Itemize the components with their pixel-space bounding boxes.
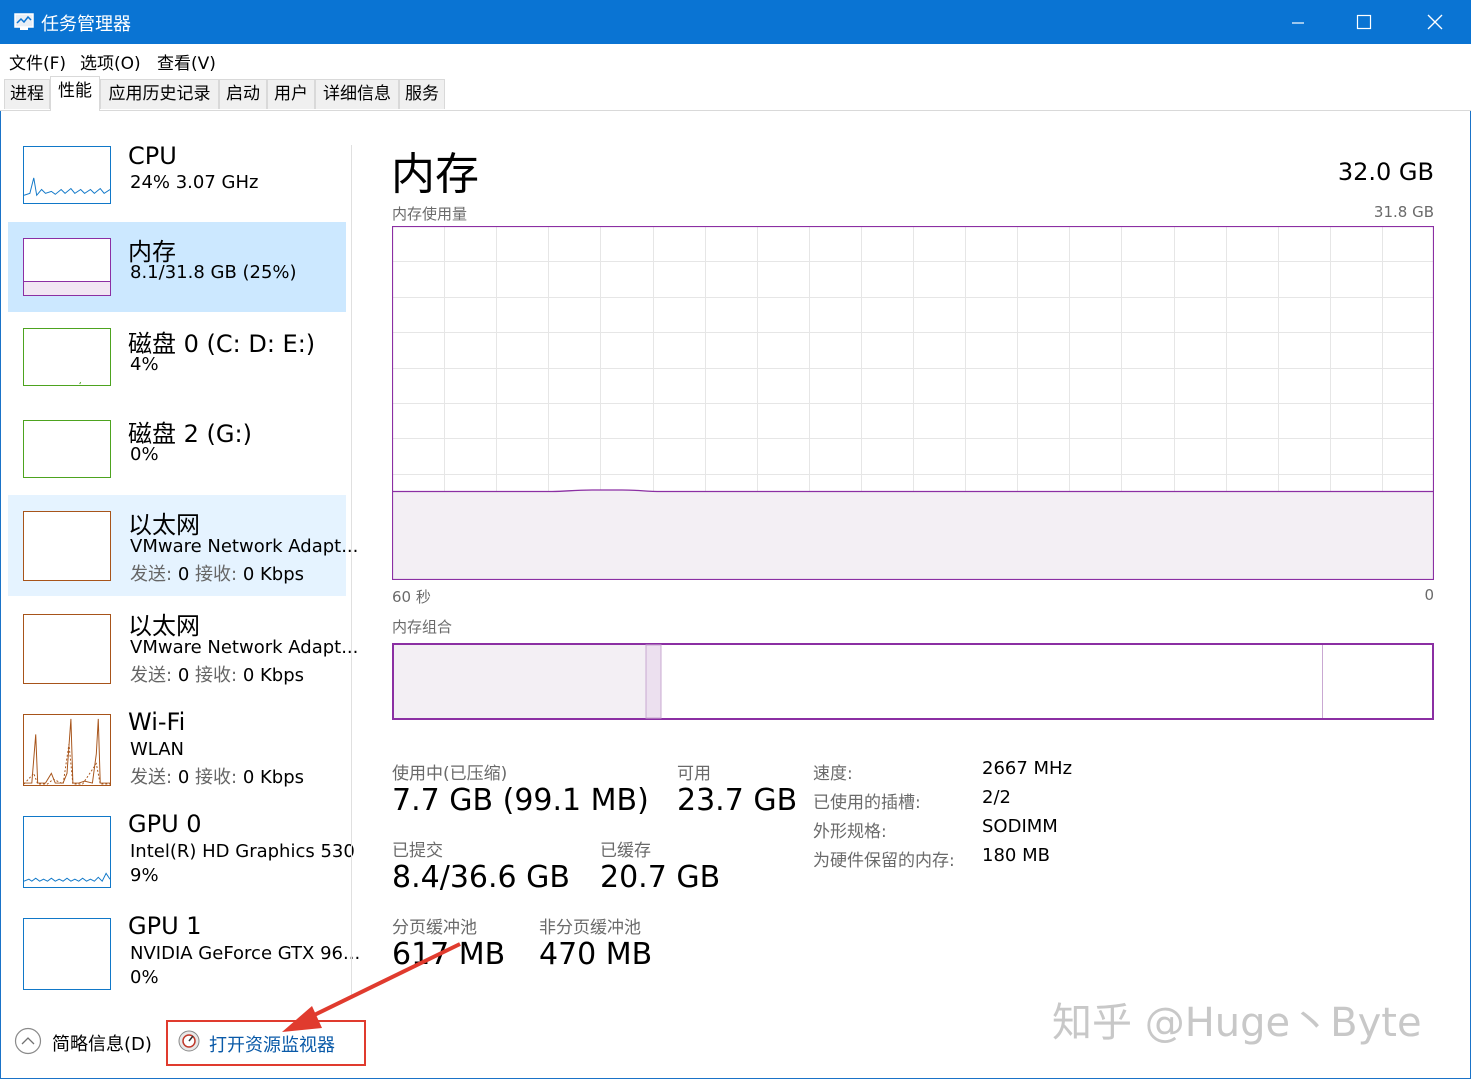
form-factor-label: 外形规格:	[813, 822, 887, 842]
sidebar-subtitle: 24% 3.07 GHz	[130, 172, 259, 193]
sidebar-item-memory[interactable]: 内存 8.1/31.8 GB (25%)	[8, 222, 346, 312]
tab-app-history[interactable]: 应用历史记录	[100, 79, 219, 109]
watermark-text: 知乎 @Huge丶Byte	[1052, 1000, 1422, 1046]
in-use-segment	[394, 645, 646, 718]
paged-pool-label: 分页缓冲池	[392, 918, 477, 938]
page-title: 内存	[391, 149, 479, 200]
cpu-thumbnail-graph	[23, 146, 111, 204]
committed-label: 已提交	[392, 841, 443, 861]
close-icon	[1427, 14, 1443, 30]
sidebar-throughput: 发送: 0 接收: 0 Kbps	[130, 665, 305, 686]
maximize-icon	[1356, 14, 1372, 30]
modified-segment	[645, 644, 662, 719]
hardware-reserved-label: 为硬件保留的内存:	[813, 851, 955, 871]
nonpaged-pool-label: 非分页缓冲池	[539, 918, 641, 938]
usage-graph-label: 内存使用量	[392, 205, 468, 223]
sidebar-subtitle: VMware Network Adapt...	[130, 637, 359, 658]
close-button[interactable]	[1400, 0, 1470, 44]
sidebar-subtitle: 8.1/31.8 GB (25%)	[130, 262, 297, 283]
memory-usage-graph	[392, 226, 1434, 580]
in-use-label: 使用中(已压缩)	[392, 764, 508, 784]
form-factor-value: SODIMM	[982, 816, 1058, 837]
minimize-button[interactable]	[1263, 0, 1333, 44]
sidebar-subtitle: WLAN	[130, 739, 185, 760]
sidebar-throughput: 发送: 0 接收: 0 Kbps	[130, 767, 305, 788]
sidebar-subtitle: 0%	[130, 444, 159, 465]
fewer-details-label: 简略信息(D)	[52, 1034, 152, 1055]
ethernet2-thumbnail-graph	[23, 614, 111, 684]
tab-services[interactable]: 服务	[399, 79, 445, 109]
menu-options[interactable]: 选项(O)	[80, 49, 141, 74]
in-use-value: 7.7 GB (99.1 MB)	[392, 783, 649, 818]
sidebar-item-ethernet-1[interactable]: 以太网 VMware Network Adapt... 发送: 0 接收: 0 …	[8, 495, 358, 596]
maximize-button[interactable]	[1329, 0, 1399, 44]
sidebar-subtitle: 4%	[130, 354, 159, 375]
cached-label: 已缓存	[600, 841, 651, 861]
disk0-thumbnail-graph	[23, 328, 111, 386]
sidebar-title: 以太网	[128, 612, 200, 640]
tab-processes[interactable]: 进程	[4, 79, 50, 109]
tab-users[interactable]: 用户	[267, 79, 315, 109]
resource-monitor-icon	[178, 1030, 200, 1052]
menu-view[interactable]: 查看(V)	[157, 49, 216, 74]
sidebar-item-disk0[interactable]: 磁盘 0 (C: D: E:) 4%	[8, 314, 346, 400]
sidebar-utilization: 9%	[130, 865, 159, 886]
composition-label: 内存组合	[392, 618, 453, 636]
total-memory: 32.0 GB	[1337, 158, 1434, 186]
sidebar-title: 以太网	[128, 511, 200, 539]
title-bar[interactable]: 任务管理器	[0, 0, 1471, 44]
sidebar-title: CPU	[128, 142, 177, 170]
available-label: 可用	[677, 764, 711, 784]
speed-value: 2667 MHz	[982, 758, 1073, 779]
tab-performance[interactable]: 性能	[50, 76, 100, 111]
sidebar-item-wifi[interactable]: Wi-Fi WLAN 发送: 0 接收: 0 Kbps	[8, 700, 346, 801]
menu-file[interactable]: 文件(F)	[9, 49, 66, 74]
sidebar-subtitle: VMware Network Adapt...	[130, 536, 359, 557]
gpu0-thumbnail-graph	[23, 816, 111, 888]
memory-thumbnail-graph	[23, 238, 111, 296]
ethernet1-thumbnail-graph	[23, 511, 111, 581]
sidebar-item-ethernet-2[interactable]: 以太网 VMware Network Adapt... 发送: 0 接收: 0 …	[8, 598, 358, 699]
minimize-icon	[1292, 22, 1304, 24]
graph-axis-right: 0	[1424, 586, 1434, 604]
usage-fill	[392, 490, 1434, 580]
disk2-thumbnail-graph	[23, 420, 111, 478]
committed-value: 8.4/36.6 GB	[392, 860, 570, 895]
window-title: 任务管理器	[41, 14, 131, 35]
graph-axis-left: 60 秒	[392, 588, 431, 606]
sidebar-divider	[351, 145, 352, 995]
sidebar-title: GPU 1	[128, 912, 202, 940]
memory-composition-bar	[392, 643, 1434, 720]
menu-bar: 文件(F) 选项(O) 查看(V)	[0, 44, 1471, 74]
wifi-thumbnail-graph	[23, 714, 111, 786]
available-value: 23.7 GB	[677, 783, 798, 818]
sidebar-title: Wi-Fi	[128, 708, 186, 736]
slots-label: 已使用的插槽:	[813, 793, 921, 813]
slots-value: 2/2	[982, 787, 1011, 808]
usage-graph-max: 31.8 GB	[1373, 203, 1434, 221]
tab-bar: 进程 性能 应用历史记录 启动 用户 详细信息 服务	[0, 74, 1471, 111]
sidebar-utilization: 0%	[130, 967, 159, 988]
sidebar-subtitle: Intel(R) HD Graphics 530	[130, 841, 355, 862]
gpu1-thumbnail-graph	[23, 918, 111, 990]
hardware-reserved-value: 180 MB	[982, 845, 1050, 866]
nonpaged-pool-value: 470 MB	[539, 937, 653, 972]
chevron-up-icon	[14, 1027, 42, 1055]
speed-label: 速度:	[813, 764, 853, 784]
sidebar-item-cpu[interactable]: CPU 24% 3.07 GHz	[8, 132, 346, 218]
annotation-arrow	[282, 942, 461, 1032]
sidebar-throughput: 发送: 0 接收: 0 Kbps	[130, 564, 305, 585]
task-manager-icon	[14, 13, 34, 30]
sidebar-title: GPU 0	[128, 810, 202, 838]
sidebar-item-disk2[interactable]: 磁盘 2 (G:) 0%	[8, 404, 346, 490]
sidebar-item-gpu0[interactable]: GPU 0 Intel(R) HD Graphics 530 9%	[8, 802, 355, 902]
tab-details[interactable]: 详细信息	[315, 79, 399, 109]
tab-startup[interactable]: 启动	[219, 79, 267, 109]
cached-value: 20.7 GB	[600, 860, 721, 895]
